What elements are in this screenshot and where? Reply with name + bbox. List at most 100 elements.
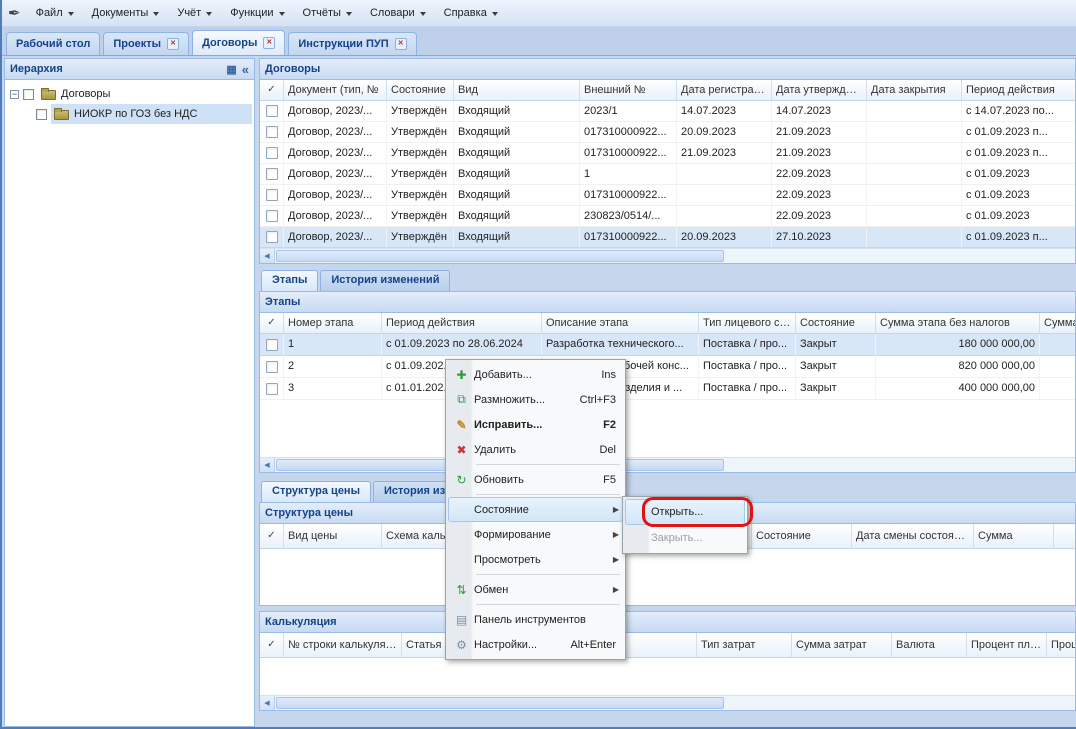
column-header[interactable]: Процент план bbox=[967, 633, 1047, 657]
column-header[interactable]: Валюта bbox=[892, 633, 967, 657]
column-header[interactable]: Номер этапа bbox=[284, 313, 382, 333]
column-header[interactable]: Сумма затрат bbox=[792, 633, 892, 657]
context-menu-item[interactable]: Формирование▶ bbox=[448, 522, 623, 547]
column-header[interactable]: Дата смены состояния bbox=[852, 524, 974, 548]
tree-checkbox[interactable] bbox=[36, 109, 47, 120]
section-tab[interactable]: Структура цены bbox=[261, 481, 371, 502]
tab-close-icon[interactable]: ✕ bbox=[167, 38, 179, 50]
menubar-item[interactable]: Файл bbox=[27, 0, 83, 26]
column-header[interactable]: Состояние bbox=[796, 313, 876, 333]
table-row[interactable]: 3с 01.01.202...Изготовление изделия и ..… bbox=[260, 378, 1075, 400]
column-header[interactable]: Дата регистрации bbox=[677, 80, 772, 100]
check-column-header: ✓ bbox=[260, 80, 284, 100]
table-row[interactable]: Договор, 2023/...УтверждёнВходящий017310… bbox=[260, 227, 1075, 248]
menubar-item[interactable]: Отчёты bbox=[294, 0, 361, 26]
column-header[interactable]: Состояние bbox=[752, 524, 852, 548]
tree-item[interactable]: −Договоры bbox=[7, 84, 252, 104]
column-header[interactable]: Процент факт bbox=[1047, 633, 1075, 657]
document-tab[interactable]: Инструкции ПУП✕ bbox=[288, 32, 416, 55]
table-row[interactable]: Договор, 2023/...УтверждёнВходящий017310… bbox=[260, 122, 1075, 143]
row-checkbox[interactable] bbox=[266, 210, 278, 222]
document-tab[interactable]: Проекты✕ bbox=[103, 32, 189, 55]
context-menu-item[interactable]: ✚Добавить...Ins bbox=[448, 362, 623, 387]
column-header[interactable]: Тип лицевого счёт bbox=[699, 313, 796, 333]
menu-shortcut: Ins bbox=[601, 369, 619, 381]
column-header[interactable]: Тип затрат bbox=[697, 633, 792, 657]
context-menu-item[interactable]: ✖УдалитьDel bbox=[448, 437, 623, 462]
column-header[interactable]: Описание этапа bbox=[542, 313, 699, 333]
app-icon[interactable]: ✒ bbox=[4, 0, 27, 26]
column-header[interactable]: Сумма bbox=[974, 524, 1054, 548]
table-row[interactable]: 2с 01.09.202...Проведение рабочей конс..… bbox=[260, 356, 1075, 378]
row-checkbox[interactable] bbox=[266, 189, 278, 201]
scroll-thumb[interactable] bbox=[276, 697, 724, 709]
column-header[interactable]: Вид bbox=[454, 80, 580, 100]
row-checkbox[interactable] bbox=[266, 126, 278, 138]
menubar: ✒ ФайлДокументыУчётФункцииОтчётыСловариС… bbox=[2, 0, 1076, 27]
context-menu-item[interactable]: ⧉Размножить...Ctrl+F3 bbox=[448, 387, 623, 412]
document-tabbar: Рабочий столПроекты✕Договоры✕Инструкции … bbox=[2, 27, 1076, 56]
menubar-item[interactable]: Документы bbox=[83, 0, 169, 26]
table-row[interactable]: Договор, 2023/...УтверждёнВходящий017310… bbox=[260, 143, 1075, 164]
scroll-left-icon[interactable]: ◀ bbox=[260, 696, 275, 710]
context-menu-item[interactable]: Состояние▶ bbox=[448, 497, 623, 522]
column-header[interactable]: Сумма этапа без налогов bbox=[876, 313, 1040, 333]
column-header[interactable]: Период действия bbox=[962, 80, 1075, 100]
grid-tool-icon[interactable]: ▦ bbox=[226, 63, 236, 76]
row-checkbox[interactable] bbox=[266, 231, 278, 243]
dropdown-caret-icon bbox=[206, 12, 212, 16]
table-row[interactable]: Договор, 2023/...УтверждёнВходящий017310… bbox=[260, 185, 1075, 206]
menubar-item[interactable]: Словари bbox=[361, 0, 435, 26]
row-checkbox[interactable] bbox=[266, 383, 278, 395]
context-submenu-item[interactable]: Закрыть... bbox=[625, 525, 745, 551]
table-cell: Договор, 2023/... bbox=[284, 185, 387, 205]
context-menu-item[interactable]: ▤Панель инструментов bbox=[448, 607, 623, 632]
scroll-thumb[interactable] bbox=[276, 250, 724, 262]
section-tab[interactable]: История изменений bbox=[320, 270, 450, 291]
table-cell: 017310000922... bbox=[580, 122, 677, 142]
stages-horizontal-scrollbar[interactable]: ◀ bbox=[260, 457, 1075, 472]
table-row[interactable]: Договор, 2023/...УтверждёнВходящий122.09… bbox=[260, 164, 1075, 185]
row-checkbox[interactable] bbox=[266, 147, 278, 159]
context-submenu-item[interactable]: Открыть... bbox=[625, 499, 745, 525]
row-checkbox[interactable] bbox=[266, 168, 278, 180]
tree-item[interactable]: НИОКР по ГОЗ без НДС bbox=[7, 104, 252, 124]
column-header[interactable]: Дата утверждения bbox=[772, 80, 867, 100]
menubar-item[interactable]: Учёт bbox=[168, 0, 221, 26]
context-menu-item[interactable]: ✎Исправить...F2 bbox=[448, 412, 623, 437]
tree-expander-icon[interactable]: − bbox=[10, 90, 19, 99]
menubar-item[interactable]: Справка bbox=[435, 0, 507, 26]
context-menu-item[interactable]: ⚙Настройки...Alt+Enter bbox=[448, 632, 623, 657]
context-menu-item[interactable]: Просмотреть▶ bbox=[448, 547, 623, 572]
row-checkbox[interactable] bbox=[266, 361, 278, 373]
scroll-left-icon[interactable]: ◀ bbox=[260, 458, 275, 472]
column-header[interactable]: № строки калькуляции bbox=[284, 633, 402, 657]
row-check-cell bbox=[260, 334, 284, 355]
row-checkbox[interactable] bbox=[266, 339, 278, 351]
collapse-icon[interactable]: « bbox=[242, 64, 249, 75]
contracts-horizontal-scrollbar[interactable]: ◀ bbox=[260, 248, 1075, 263]
menubar-item[interactable]: Функции bbox=[221, 0, 293, 26]
column-header[interactable]: Внешний № bbox=[580, 80, 677, 100]
stages-panel-header: Этапы bbox=[260, 292, 1075, 313]
document-tab[interactable]: Договоры✕ bbox=[192, 30, 285, 55]
column-header[interactable]: Период действия bbox=[382, 313, 542, 333]
context-menu-item[interactable]: ↻ОбновитьF5 bbox=[448, 467, 623, 492]
column-header[interactable]: Вид цены bbox=[284, 524, 382, 548]
tab-close-icon[interactable]: ✕ bbox=[263, 37, 275, 49]
scroll-left-icon[interactable]: ◀ bbox=[260, 249, 275, 263]
section-tab[interactable]: Этапы bbox=[261, 270, 318, 291]
table-row[interactable]: Договор, 2023/...УтверждёнВходящий230823… bbox=[260, 206, 1075, 227]
column-header[interactable]: Состояние bbox=[387, 80, 454, 100]
document-tab[interactable]: Рабочий стол bbox=[6, 32, 100, 55]
table-row[interactable]: Договор, 2023/...УтверждёнВходящий2023/1… bbox=[260, 101, 1075, 122]
row-checkbox[interactable] bbox=[266, 105, 278, 117]
column-header[interactable]: Дата закрытия bbox=[867, 80, 962, 100]
column-header[interactable]: Документ (тип, № bbox=[284, 80, 387, 100]
tree-checkbox[interactable] bbox=[23, 89, 34, 100]
tab-close-icon[interactable]: ✕ bbox=[395, 38, 407, 50]
calc-horizontal-scrollbar[interactable]: ◀ bbox=[260, 695, 1075, 710]
column-header[interactable]: Сумма bbox=[1040, 313, 1075, 333]
table-row[interactable]: 1с 01.09.2023 по 28.06.2024Разработка те… bbox=[260, 334, 1075, 356]
context-menu-item[interactable]: ⇅Обмен▶ bbox=[448, 577, 623, 602]
